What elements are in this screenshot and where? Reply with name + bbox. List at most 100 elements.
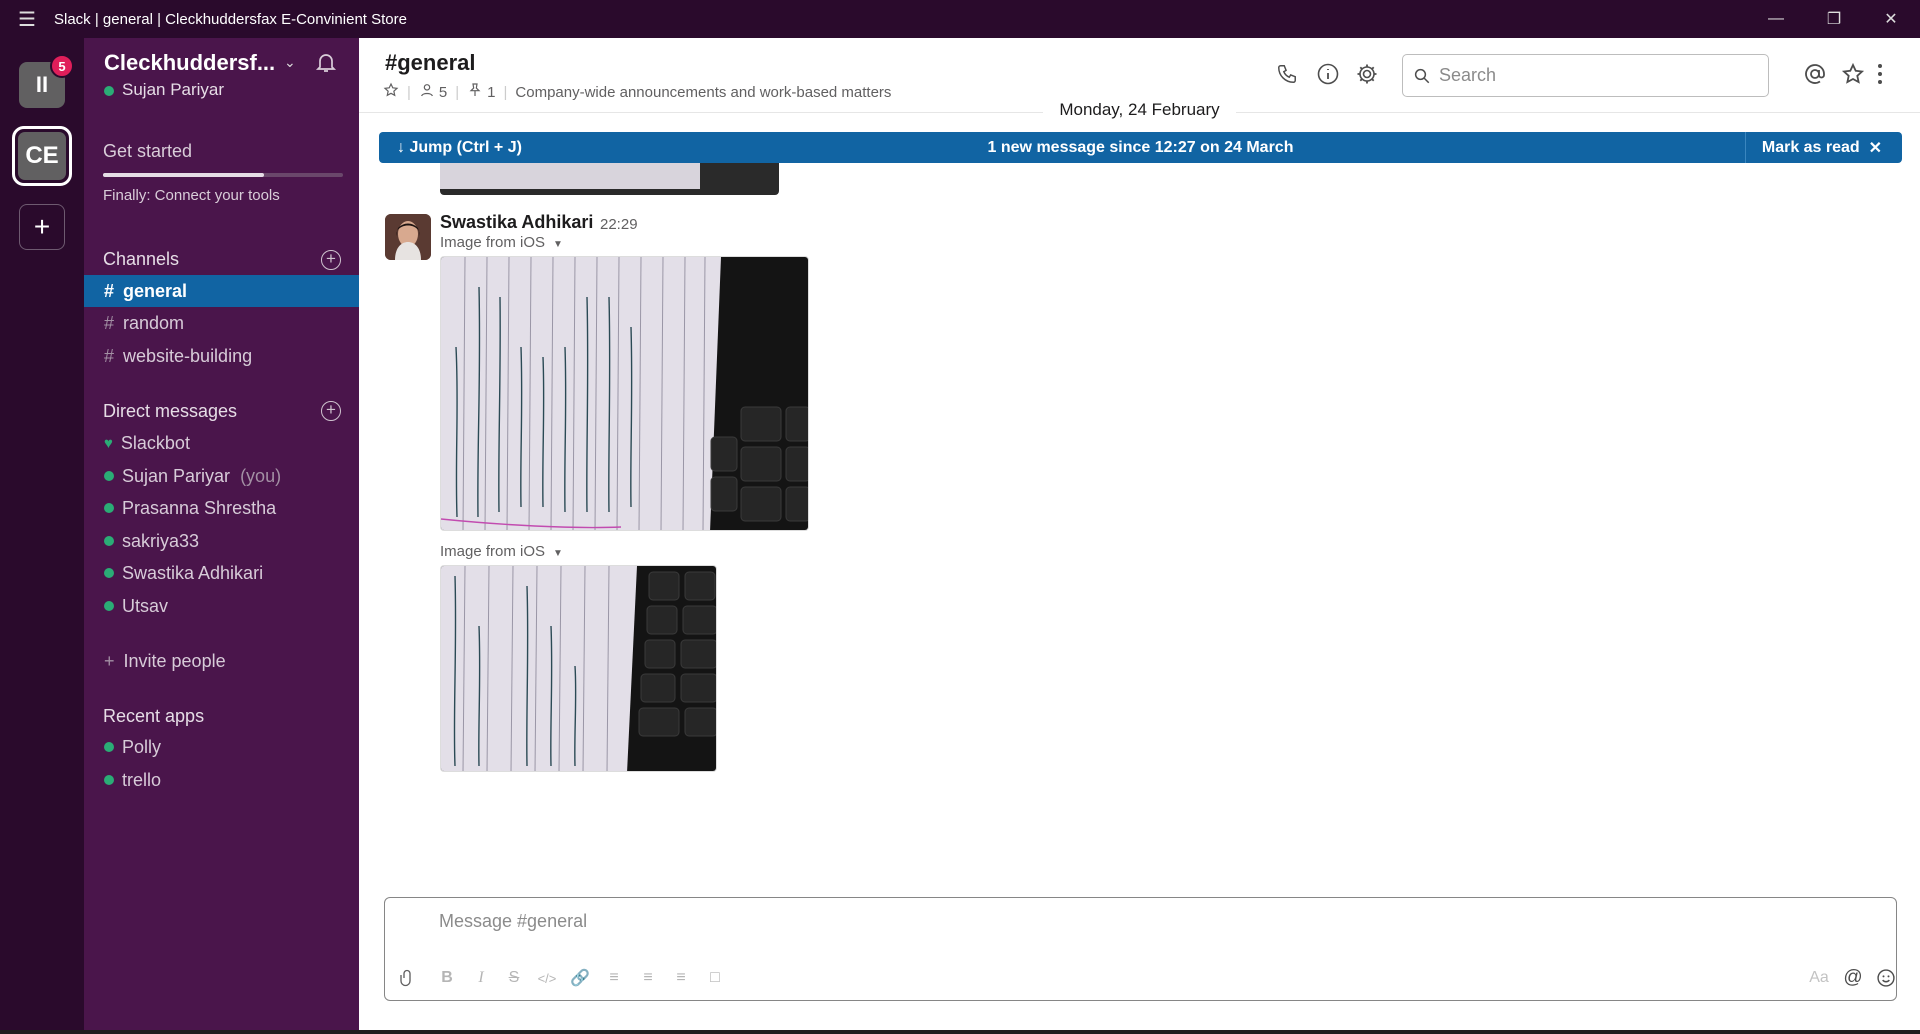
current-user[interactable]: Sujan Pariyar	[104, 80, 224, 100]
dm-label: Slackbot	[120, 432, 190, 453]
pin-icon[interactable]	[467, 82, 483, 102]
mentions-icon[interactable]	[1802, 61, 1828, 87]
you-suffix: (you)	[240, 465, 282, 486]
previous-image-attachment[interactable]	[440, 163, 779, 195]
window-titlebar: ☰ Slack | general | Cleckhuddersfax E-Co…	[0, 0, 1920, 38]
formatting-toggle[interactable]: Aa	[1807, 966, 1831, 990]
info-icon[interactable]	[1315, 61, 1341, 87]
caret-down-icon: ▼	[553, 548, 563, 559]
mark-as-read-button[interactable]: Mark as read ✕	[1744, 132, 1902, 163]
mention-icon[interactable]: @	[1841, 966, 1865, 990]
gear-icon[interactable]	[1354, 61, 1380, 87]
more-vertical-icon[interactable]	[1873, 61, 1887, 87]
presence-icon	[104, 742, 114, 752]
strikethrough-icon[interactable]: S	[502, 966, 526, 990]
window-title: Slack | general | Cleckhuddersfax E-Conv…	[54, 10, 407, 28]
blockquote-icon[interactable]: ≡	[669, 966, 693, 990]
bulleted-list-icon[interactable]: ≡	[636, 966, 660, 990]
channel-label: general	[123, 280, 188, 301]
sidebar: Cleckhuddersf... ⌄ Sujan Pariyar Get sta…	[84, 38, 359, 1034]
sidebar-item-sujan[interactable]: Sujan Pariyar (you)	[84, 460, 359, 492]
image-attachment[interactable]	[440, 565, 717, 772]
sidebar-item-general[interactable]: # general	[84, 275, 359, 307]
bold-icon[interactable]: B	[435, 966, 459, 990]
invite-people-link[interactable]: + Invite people	[84, 645, 359, 677]
presence-icon	[104, 568, 114, 578]
message-composer[interactable]: Message #general B I S </> 🔗 ≡ ≡ ≡ □ Aa …	[384, 897, 1897, 1001]
members-icon[interactable]	[419, 82, 435, 102]
hamburger-icon[interactable]: ☰	[0, 7, 54, 32]
get-started-subtitle: Finally: Connect your tools	[103, 187, 280, 204]
add-channel-icon[interactable]: +	[321, 250, 341, 270]
member-count[interactable]: 5	[439, 84, 447, 101]
add-dm-icon[interactable]: +	[321, 401, 341, 421]
bell-icon[interactable]	[314, 50, 338, 79]
close-icon[interactable]: ✕	[1862, 0, 1920, 38]
star-outline-icon[interactable]	[383, 82, 399, 102]
date-label[interactable]: Monday, 24 February	[1043, 100, 1236, 119]
app-label: Polly	[122, 736, 162, 757]
chevron-down-icon[interactable]: ⌄	[284, 54, 296, 71]
date-divider: Monday, 24 February	[359, 100, 1920, 120]
close-icon: ✕	[1868, 139, 1882, 157]
restore-icon[interactable]: ❐	[1805, 0, 1863, 38]
message-sender[interactable]: Swastika Adhikari	[440, 212, 593, 233]
search-input[interactable]: Search	[1402, 54, 1769, 97]
workspace-initials: CE	[18, 132, 66, 180]
sidebar-item-website-building[interactable]: # website-building	[84, 340, 359, 372]
hash-icon: #	[104, 280, 115, 301]
italic-icon[interactable]: I	[469, 966, 493, 990]
sidebar-item-trello[interactable]: trello	[84, 764, 359, 796]
channel-title[interactable]: #general	[385, 50, 476, 76]
link-icon[interactable]: 🔗	[568, 966, 592, 990]
dm-heading[interactable]: Direct messages	[103, 401, 237, 422]
get-started-link[interactable]: Get started	[103, 141, 192, 162]
mark-read-label: Mark as read	[1761, 138, 1860, 156]
get-started-progress	[103, 173, 343, 177]
taskbar-edge	[0, 1030, 1920, 1034]
heart-icon: ♥	[104, 434, 113, 452]
sidebar-item-sakriya33[interactable]: sakriya33	[84, 525, 359, 557]
workspace-rail: II 5 CE +	[0, 38, 84, 1034]
pin-count[interactable]: 1	[487, 84, 495, 101]
presence-icon	[104, 536, 114, 546]
sidebar-item-polly[interactable]: Polly	[84, 731, 359, 763]
sidebar-item-swastika[interactable]: Swastika Adhikari	[84, 557, 359, 589]
phone-icon[interactable]	[1274, 61, 1300, 87]
attachment-label[interactable]: Image from iOS ▼	[440, 543, 563, 560]
team-name[interactable]: Cleckhuddersf...	[104, 50, 304, 76]
add-workspace-button[interactable]: +	[19, 204, 65, 250]
message-time[interactable]: 22:29	[600, 216, 638, 233]
presence-icon	[104, 471, 114, 481]
dm-label: Swastika Adhikari	[122, 562, 264, 583]
channel-label: random	[123, 312, 185, 333]
code-block-icon[interactable]: □	[703, 966, 727, 990]
presence-icon	[104, 775, 114, 785]
avatar[interactable]	[385, 214, 431, 260]
starred-icon[interactable]	[1840, 61, 1866, 87]
emoji-icon[interactable]	[1874, 966, 1898, 990]
image-attachment[interactable]	[440, 256, 809, 531]
ordered-list-icon[interactable]: ≡	[602, 966, 626, 990]
sidebar-item-slackbot[interactable]: ♥ Slackbot	[84, 427, 359, 459]
new-messages-text[interactable]: 1 new message since 12:27 on 24 March	[379, 139, 1902, 157]
attachment-label[interactable]: Image from iOS ▼	[440, 234, 563, 251]
presence-icon	[104, 85, 114, 96]
current-user-name: Sujan Pariyar	[122, 80, 225, 99]
minimize-icon[interactable]: —	[1747, 0, 1805, 38]
sidebar-item-prasanna[interactable]: Prasanna Shrestha	[84, 492, 359, 524]
sidebar-item-random[interactable]: # random	[84, 307, 359, 339]
jump-button[interactable]: ↓ Jump (Ctrl + J)	[397, 139, 522, 157]
paperclip-icon[interactable]	[395, 966, 419, 990]
recent-apps-heading[interactable]: Recent apps	[103, 706, 204, 727]
sidebar-item-utsav[interactable]: Utsav	[84, 590, 359, 622]
dm-label: Prasanna Shrestha	[122, 497, 277, 518]
channels-heading[interactable]: Channels	[103, 249, 179, 270]
channel-view: #general | 5 | 1 | Company-wide announce…	[359, 38, 1920, 1034]
caret-down-icon: ▼	[553, 239, 563, 250]
workspace-switcher-ce[interactable]: CE	[12, 126, 72, 186]
app-label: trello	[122, 769, 162, 790]
presence-icon	[104, 503, 114, 513]
presence-icon	[104, 601, 114, 611]
code-icon[interactable]: </>	[535, 966, 559, 990]
